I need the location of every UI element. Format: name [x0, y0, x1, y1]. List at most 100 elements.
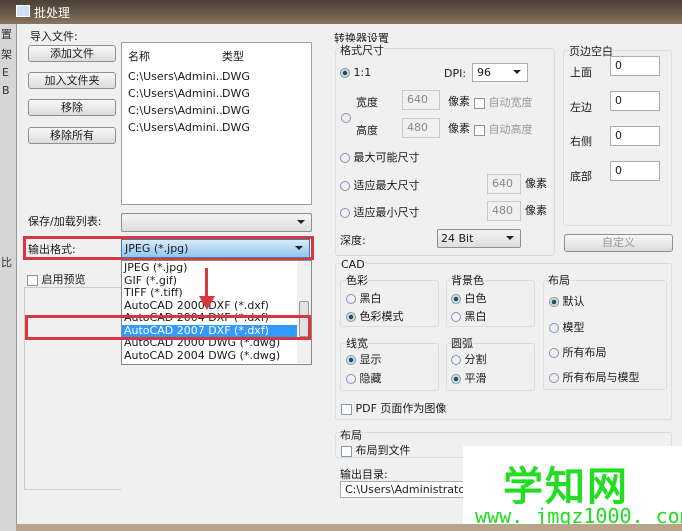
type-cell: DWG — [222, 87, 250, 100]
layout-all-model-radio[interactable]: 所有布局与模型 — [563, 371, 640, 384]
dpi-combo[interactable]: 96 — [472, 63, 528, 82]
ratio-label: 1:1 — [353, 66, 372, 79]
radio-icon[interactable] — [346, 312, 356, 322]
bg-text: 置 — [1, 28, 12, 41]
checkbox-icon[interactable] — [27, 274, 38, 286]
table-row[interactable]: C:\Users\Admini... — [128, 85, 226, 102]
fit-min-input[interactable]: 480 — [487, 201, 521, 221]
auto-width-label: 自动宽度 — [488, 96, 533, 109]
bg-text: E — [2, 66, 9, 79]
width-input[interactable]: 640 — [402, 90, 440, 110]
left-margin-input[interactable]: 0 — [610, 91, 660, 111]
window-title: 批处理 — [34, 6, 71, 20]
radio-icon[interactable] — [549, 323, 559, 333]
radio-icon[interactable] — [549, 373, 559, 383]
output-format-combo[interactable]: JPEG (*.jpg) — [121, 239, 310, 258]
radio-icon[interactable] — [340, 208, 350, 218]
radio-icon[interactable] — [549, 348, 559, 358]
dropdown-option[interactable]: AutoCAD 2004 DWG (*.dwg) — [122, 349, 311, 363]
output-format-value: JPEG (*.jpg) — [125, 242, 189, 255]
linewidth-show-radio[interactable]: 显示 — [360, 353, 382, 366]
layout-to-file-checkbox[interactable] — [341, 445, 352, 457]
radio-icon[interactable] — [340, 68, 350, 78]
pdf-image-label: PDF 页面作为图像 — [355, 402, 447, 415]
bg-white-radio[interactable]: 白色 — [465, 292, 487, 305]
radio-icon[interactable] — [451, 355, 461, 365]
radio-icon[interactable] — [451, 294, 461, 304]
auto-height-checkbox[interactable] — [474, 124, 485, 136]
remove-all-button[interactable]: 移除所有 — [28, 127, 116, 144]
radio-icon[interactable] — [346, 294, 356, 304]
scrollbar[interactable] — [297, 261, 311, 364]
fit-min-radio[interactable]: 适应最小尺寸 — [340, 204, 420, 220]
type-cell: DWG — [222, 104, 250, 117]
arc-split-radio[interactable]: 分割 — [465, 353, 487, 366]
table-row[interactable]: C:\Users\Admini... — [128, 102, 226, 119]
table-row[interactable]: C:\Users\Admini... — [128, 68, 226, 85]
radio-icon[interactable] — [340, 181, 350, 191]
left-margin-label: 左边 — [570, 101, 592, 114]
color-bw-radio[interactable]: 黑白 — [360, 292, 382, 305]
arc-smooth-radio[interactable]: 平滑 — [465, 372, 487, 385]
arrow-head-icon — [199, 296, 215, 310]
arc-title: 圆弧 — [451, 335, 473, 351]
radio-icon[interactable] — [549, 297, 559, 307]
layout-default-radio[interactable]: 默认 — [563, 295, 585, 308]
fit-max-input[interactable]: 640 — [487, 174, 521, 194]
format-size-title: 格式尺寸 — [340, 42, 384, 58]
layout-all-radio[interactable]: 所有布局 — [563, 346, 607, 359]
bottom-margin-label: 底部 — [570, 170, 592, 183]
height-label: 高度 — [356, 124, 378, 137]
ratio-radio[interactable]: 1:1 — [340, 66, 371, 79]
fit-max-radio[interactable]: 适应最大尺寸 — [340, 177, 420, 193]
file-list[interactable]: 名称 类型 C:\Users\Admini... C:\Users\Admini… — [121, 42, 312, 205]
color-title: 色彩 — [346, 272, 368, 288]
top-margin-label: 上面 — [570, 66, 592, 79]
right-margin-input[interactable]: 0 — [610, 126, 660, 146]
table-row[interactable]: C:\Users\Admini... — [128, 119, 226, 136]
add-folder-button[interactable]: 加入文件夹 — [28, 72, 116, 89]
type-cell: DWG — [222, 121, 250, 134]
bg-text: B — [2, 84, 10, 97]
auto-height-label: 自动高度 — [488, 123, 533, 136]
arrow-icon — [205, 268, 208, 298]
bg-bw-radio[interactable]: 黑白 — [465, 310, 487, 323]
column-type[interactable]: 类型 — [222, 48, 244, 64]
top-margin-input[interactable]: 0 — [610, 56, 660, 76]
radio-icon[interactable] — [346, 355, 356, 365]
auto-width-checkbox[interactable] — [474, 97, 485, 109]
layout-model-radio[interactable]: 模型 — [563, 321, 585, 334]
depth-value: 24 Bit — [441, 232, 474, 245]
custom-button[interactable]: 自定义 — [564, 234, 673, 252]
depth-combo[interactable]: 24 Bit — [437, 229, 521, 248]
output-format-label: 输出格式: — [28, 243, 76, 256]
max-possible-radio[interactable]: 最大可能尺寸 — [340, 149, 420, 165]
radio-icon[interactable] — [451, 312, 461, 322]
radio-icon[interactable] — [340, 153, 350, 163]
pdf-image-checkbox[interactable] — [341, 403, 352, 415]
dropdown-option[interactable]: JPEG (*.jpg) — [122, 261, 311, 275]
column-name[interactable]: 名称 — [128, 48, 150, 64]
chevron-down-icon — [297, 220, 305, 224]
preview-checkbox[interactable]: 启用预览 — [27, 271, 86, 287]
color-mode-radio[interactable]: 色彩模式 — [360, 310, 404, 323]
type-cells: DWG DWG DWG DWG — [222, 68, 250, 136]
bottom-margin-input[interactable]: 0 — [610, 161, 660, 181]
radio-label: 最大可能尺寸 — [353, 151, 420, 164]
height-input[interactable]: 480 — [402, 118, 440, 138]
preview-area — [24, 287, 121, 490]
save-list-label: 保存/加载列表: — [28, 215, 102, 228]
radio-icon[interactable] — [451, 374, 461, 384]
dpi-label: DPI: — [444, 67, 467, 80]
radio-icon[interactable] — [346, 374, 356, 384]
add-file-button[interactable]: 添加文件 — [28, 45, 116, 62]
format-dropdown-list[interactable]: JPEG (*.jpg) GIF (*.gif) TIFF (*.tiff) A… — [121, 260, 312, 365]
dropdown-option[interactable]: TIFF (*.tiff) — [122, 286, 311, 300]
cad-title: CAD — [341, 258, 365, 271]
save-list-combo[interactable] — [121, 213, 312, 232]
bg-title: 背景色 — [451, 272, 484, 288]
remove-button[interactable]: 移除 — [28, 99, 116, 116]
pixel-unit: 像素 — [525, 204, 547, 217]
custom-size-radio[interactable] — [341, 113, 351, 123]
linewidth-hide-radio[interactable]: 隐藏 — [360, 372, 382, 385]
